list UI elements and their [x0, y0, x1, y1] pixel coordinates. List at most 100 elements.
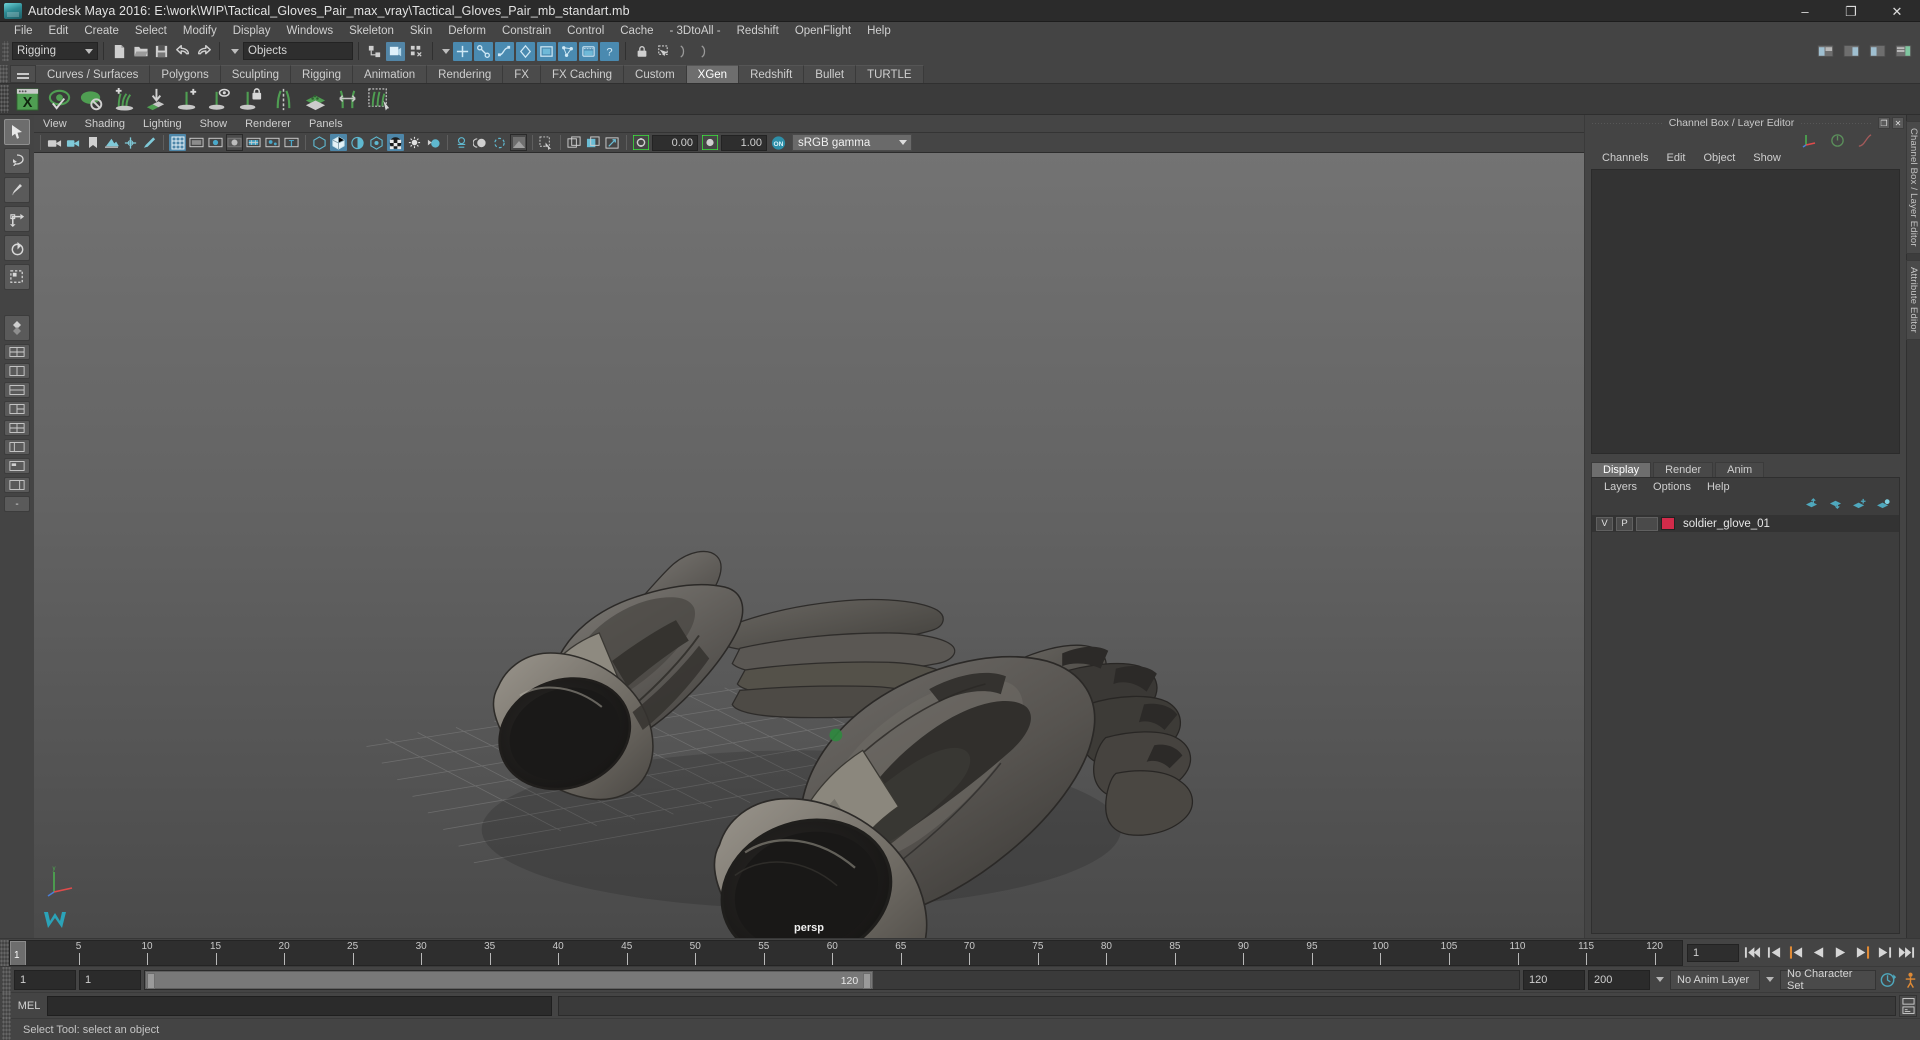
layer-tab-render[interactable]: Render — [1653, 462, 1714, 477]
menu-item-help[interactable]: Help — [859, 22, 899, 39]
viewport-menu-show[interactable]: Show — [191, 115, 237, 133]
persp-outliner-layout-button[interactable] — [4, 477, 30, 493]
menu-item-display[interactable]: Display — [225, 22, 279, 39]
hypergraph-layout-button[interactable] — [4, 458, 30, 474]
select-by-misc-button[interactable]: ? — [600, 41, 619, 61]
current-frame-field[interactable]: 1 — [1687, 943, 1739, 962]
viewport-menu-shading[interactable]: Shading — [76, 115, 134, 133]
open-scene-button[interactable] — [131, 42, 150, 61]
object-mode-button[interactable] — [386, 41, 405, 61]
channel-curve-icon[interactable] — [1857, 133, 1872, 148]
smooth-shade-all-icon[interactable] — [188, 134, 205, 151]
xgen-add-guides-icon[interactable] — [109, 85, 137, 113]
layer-tab-anim[interactable]: Anim — [1715, 462, 1765, 477]
time-slider-track[interactable]: 1 5 10 15 20 25 30 35 40 45 50 55 60 65 70 75 80 85 90 95 1… — [9, 939, 1683, 966]
flat-shade-icon[interactable] — [226, 134, 243, 151]
xgen-select-region-icon[interactable] — [365, 85, 393, 113]
four-pane-layout-button[interactable] — [4, 420, 30, 436]
two-d-pan-zoom-icon[interactable] — [122, 134, 139, 151]
layer-visibility-toggle[interactable]: V — [1596, 516, 1613, 531]
menu-item-edit[interactable]: Edit — [41, 22, 77, 39]
shelf-tab-animation[interactable]: Animation — [353, 65, 428, 83]
xgen-lock-guide-icon[interactable] — [237, 85, 265, 113]
move-layer-up-icon[interactable] — [1804, 498, 1819, 510]
show-hide-channel-box-button[interactable] — [1894, 42, 1913, 61]
go-to-start-icon[interactable] — [1743, 943, 1762, 962]
hierarchy-mode-button[interactable] — [365, 42, 384, 61]
range-handle-left[interactable] — [147, 972, 155, 989]
move-tool-button[interactable] — [4, 206, 30, 232]
two-sided-lighting-icon[interactable] — [425, 134, 442, 151]
anim-layer-selector[interactable]: No Anim Layer — [1670, 969, 1760, 990]
two-pane-stacked-layout-button[interactable] — [4, 382, 30, 398]
camera-attributes-icon[interactable] — [65, 134, 82, 151]
rotate-tool-button[interactable] — [4, 235, 30, 261]
shelf-row-grip[interactable] — [0, 85, 9, 113]
step-back-key-icon[interactable] — [1765, 943, 1784, 962]
step-back-frame-icon[interactable] — [1787, 943, 1806, 962]
menu-item-skeleton[interactable]: Skeleton — [341, 22, 402, 39]
color-management-toggle-icon[interactable]: ON — [770, 134, 787, 151]
viewport-menu-panels[interactable]: Panels — [300, 115, 352, 133]
xgen-preview-visible-icon[interactable] — [45, 85, 73, 113]
use-default-material-icon[interactable]: T — [283, 134, 300, 151]
viewport-menu-renderer[interactable]: Renderer — [236, 115, 300, 133]
channel-box-menu-object[interactable]: Object — [1694, 152, 1744, 164]
play-forwards-icon[interactable] — [1831, 943, 1850, 962]
three-pane-layout-button[interactable] — [4, 401, 30, 417]
xgen-select-guide-icon[interactable] — [205, 85, 233, 113]
shelf-tab-rigging[interactable]: Rigging — [291, 65, 354, 83]
panel-drag-dots-right[interactable] — [1800, 122, 1872, 124]
play-backwards-icon[interactable] — [1809, 943, 1828, 962]
layer-playback-toggle[interactable]: P — [1616, 516, 1633, 531]
shelf-tab-sculpting[interactable]: Sculpting — [220, 65, 292, 83]
display-panel-icon[interactable] — [566, 134, 583, 151]
paint-select-tool-button[interactable] — [4, 177, 30, 203]
close-button[interactable]: ✕ — [1874, 0, 1920, 22]
layer-name[interactable]: soldier_glove_01 — [1683, 518, 1770, 530]
maximize-button[interactable]: ❐ — [1828, 0, 1874, 22]
menu-item-select[interactable]: Select — [127, 22, 175, 39]
lock-selection-button[interactable] — [632, 42, 651, 61]
menu-item-cache[interactable]: Cache — [612, 22, 661, 39]
color-profile-selector[interactable]: sRGB gamma — [792, 134, 912, 151]
animation-end-time-field[interactable]: 200 — [1588, 969, 1650, 990]
menu-item-windows[interactable]: Windows — [278, 22, 341, 39]
show-hide-attribute-editor-button[interactable] — [1842, 42, 1861, 61]
menu-item-create[interactable]: Create — [76, 22, 127, 39]
show-hide-tool-settings-button[interactable] — [1868, 42, 1887, 61]
last-tool-used-button[interactable] — [4, 315, 30, 341]
save-scene-button[interactable] — [152, 42, 171, 61]
exposure-field[interactable]: 0.00 — [652, 134, 698, 151]
shelf-grip[interactable] — [0, 65, 8, 83]
image-plane-icon[interactable] — [103, 134, 120, 151]
shelf-tab-curves-surfaces[interactable]: Curves / Surfaces — [36, 65, 151, 83]
minimize-button[interactable]: – — [1782, 0, 1828, 22]
multisample-aa-icon[interactable] — [368, 134, 385, 151]
layer-shading-toggle[interactable] — [1636, 516, 1658, 531]
animation-preferences-icon[interactable] — [1901, 970, 1920, 989]
isolate-select-icon[interactable] — [538, 134, 555, 151]
time-cursor[interactable]: 1 — [10, 940, 26, 965]
shelf-tab-rendering[interactable]: Rendering — [427, 65, 504, 83]
perspective-viewport[interactable]: persp y — [34, 153, 1584, 938]
time-slider-grip[interactable] — [0, 939, 9, 966]
layer-menu-help[interactable]: Help — [1699, 481, 1738, 493]
auto-keyframe-toggle-icon[interactable] — [1879, 970, 1898, 989]
scale-tool-button[interactable] — [4, 264, 30, 290]
range-handle-right[interactable] — [863, 972, 872, 989]
new-scene-button[interactable] — [110, 42, 129, 61]
step-forward-frame-icon[interactable] — [1853, 943, 1872, 962]
shelf-tab-fx-caching[interactable]: FX Caching — [540, 65, 625, 83]
screen-space-ao-icon[interactable] — [330, 134, 347, 151]
menu-item-skin[interactable]: Skin — [402, 22, 440, 39]
manipulator-axis-icon[interactable] — [1802, 132, 1818, 148]
step-forward-key-icon[interactable] — [1875, 943, 1894, 962]
command-line-grip[interactable] — [2, 992, 11, 1019]
menu-item-file[interactable]: File — [6, 22, 41, 39]
xgen-add-guide-icon[interactable] — [173, 85, 201, 113]
xgen-mirror-guides-icon[interactable] — [269, 85, 297, 113]
mask-dropdown[interactable] — [438, 42, 452, 60]
lasso-tool-button[interactable] — [4, 148, 30, 174]
shelf-tab-fx[interactable]: FX — [503, 65, 541, 83]
